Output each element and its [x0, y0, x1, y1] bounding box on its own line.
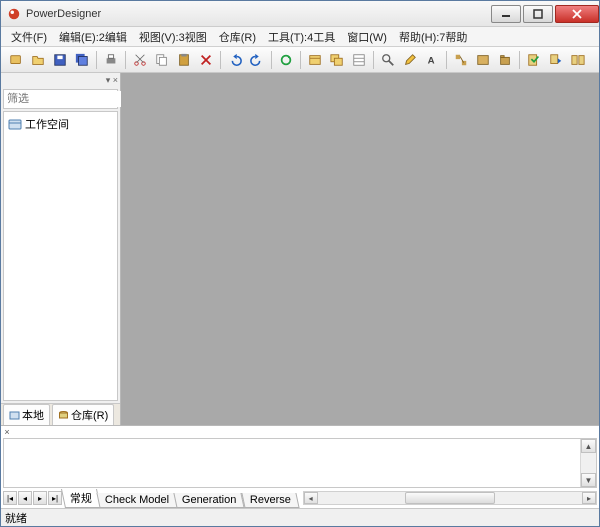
output-panel: × ▲ ▼ |◂ ◂ ▸ ▸| 常规 Check Model Generatio… [1, 426, 599, 508]
redo-icon[interactable] [247, 50, 267, 70]
toolbar-separator [96, 51, 97, 69]
menu-window[interactable]: 窗口(W) [341, 27, 393, 47]
menu-view[interactable]: 视图(V):3视图 [133, 27, 213, 47]
scroll-up-icon[interactable]: ▲ [581, 439, 596, 453]
workspace-icon [8, 117, 22, 131]
refresh-icon[interactable] [276, 50, 296, 70]
repository-icon [58, 410, 69, 421]
svg-text:A: A [428, 55, 435, 66]
pin-icon[interactable]: ▾ × [106, 75, 118, 86]
tab-nav-prev-icon[interactable]: ◂ [18, 491, 32, 505]
scroll-right-icon[interactable]: ▸ [582, 492, 596, 504]
tree-root-label: 工作空间 [25, 116, 69, 132]
output-tabs: 常规 Check Model Generation Reverse [63, 489, 297, 508]
check-icon[interactable] [524, 50, 544, 70]
toolbar-separator [220, 51, 221, 69]
tab-reverse[interactable]: Reverse [241, 493, 299, 508]
local-icon [9, 410, 20, 421]
paste-icon[interactable] [174, 50, 194, 70]
toolbar: A [1, 47, 599, 73]
delete-icon[interactable] [196, 50, 216, 70]
scroll-left-icon[interactable]: ◂ [304, 492, 318, 504]
toolbar-separator [519, 51, 520, 69]
status-bar: 就绪 [1, 508, 599, 526]
toolbar-separator [373, 51, 374, 69]
maximize-button[interactable] [523, 5, 553, 23]
model-icon[interactable] [451, 50, 471, 70]
output-vscrollbar[interactable]: ▲ ▼ [580, 439, 596, 487]
edit-icon[interactable] [400, 50, 420, 70]
title-bar: PowerDesigner [1, 1, 599, 27]
object-tree[interactable]: 工作空间 [3, 111, 118, 401]
text-icon[interactable]: A [422, 50, 442, 70]
browser-tabs: 本地 仓库(R) [1, 403, 120, 425]
menu-help[interactable]: 帮助(H):7帮助 [393, 27, 473, 47]
print-icon[interactable] [101, 50, 121, 70]
toolbar-separator [125, 51, 126, 69]
menu-repository[interactable]: 仓库(R) [213, 27, 262, 47]
filter-row [3, 89, 118, 109]
tab-nav-last-icon[interactable]: ▸| [48, 491, 62, 505]
status-text: 就绪 [5, 510, 27, 526]
tab-general[interactable]: 常规 [61, 489, 101, 508]
menu-edit[interactable]: 编辑(E):2编辑 [53, 27, 133, 47]
app-icon [7, 7, 21, 21]
cut-icon[interactable] [130, 50, 150, 70]
tab-nav-next-icon[interactable]: ▸ [33, 491, 47, 505]
tab-check-model[interactable]: Check Model [96, 493, 177, 508]
tab-local[interactable]: 本地 [3, 404, 50, 425]
package-icon[interactable] [495, 50, 515, 70]
undo-icon[interactable] [225, 50, 245, 70]
toolbar-separator [446, 51, 447, 69]
diagram-icon[interactable] [473, 50, 493, 70]
output-hscrollbar[interactable]: ◂ ▸ [303, 491, 597, 505]
windows-icon[interactable] [327, 50, 347, 70]
menu-file[interactable]: 文件(F) [5, 27, 53, 47]
new-icon[interactable] [6, 50, 26, 70]
find-icon[interactable] [378, 50, 398, 70]
output-text[interactable] [4, 439, 580, 487]
diagram-canvas[interactable] [121, 73, 599, 425]
tab-generation[interactable]: Generation [174, 493, 246, 508]
properties-icon[interactable] [349, 50, 369, 70]
output-close-icon[interactable]: × [1, 426, 13, 438]
scroll-down-icon[interactable]: ▼ [581, 473, 596, 487]
generate-icon[interactable] [546, 50, 566, 70]
copy-icon[interactable] [152, 50, 172, 70]
close-button[interactable] [555, 5, 599, 23]
tree-root-workspace[interactable]: 工作空间 [7, 115, 114, 133]
window-title: PowerDesigner [26, 8, 489, 20]
menu-bar: 文件(F) 编辑(E):2编辑 视图(V):3视图 仓库(R) 工具(T):4工… [1, 27, 599, 47]
menu-tools[interactable]: 工具(T):4工具 [262, 27, 341, 47]
window-icon[interactable] [305, 50, 325, 70]
open-icon[interactable] [28, 50, 48, 70]
tab-repository[interactable]: 仓库(R) [52, 404, 114, 425]
minimize-button[interactable] [491, 5, 521, 23]
save-all-icon[interactable] [72, 50, 92, 70]
compare-icon[interactable] [568, 50, 588, 70]
tab-nav-first-icon[interactable]: |◂ [3, 491, 17, 505]
save-icon[interactable] [50, 50, 70, 70]
toolbar-separator [300, 51, 301, 69]
toolbar-separator [271, 51, 272, 69]
scroll-thumb[interactable] [405, 492, 495, 504]
browser-panel: ▾ × 工作空间 本地 仓库(R) [1, 73, 121, 425]
